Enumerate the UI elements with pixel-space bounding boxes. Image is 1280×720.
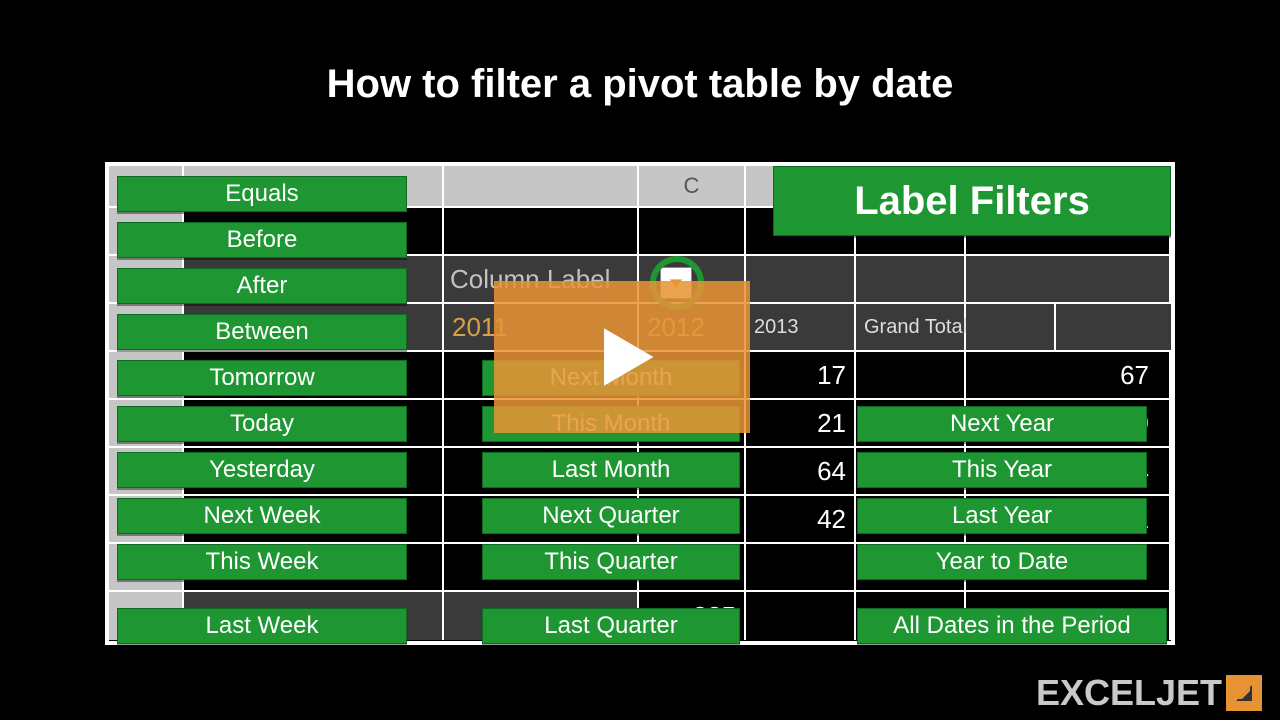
cell: 17 — [746, 352, 856, 398]
play-icon — [577, 312, 667, 402]
filter-equals[interactable]: Equals — [117, 176, 407, 212]
filter-last-month[interactable]: Last Month — [482, 452, 740, 488]
filter-after[interactable]: After — [117, 268, 407, 304]
cell — [639, 208, 746, 254]
filter-between[interactable]: Between — [117, 314, 407, 350]
cell: 42 — [746, 496, 856, 542]
cell — [746, 544, 856, 590]
cell-grand-total: 67 — [966, 352, 1171, 398]
logo-text: EXCELJET — [1036, 672, 1222, 714]
label-filters-header: Label Filters — [773, 166, 1171, 236]
filter-next-quarter[interactable]: Next Quarter — [482, 498, 740, 534]
cell — [746, 256, 856, 302]
filter-tomorrow[interactable]: Tomorrow — [117, 360, 407, 396]
play-button[interactable] — [494, 281, 750, 433]
filter-next-week[interactable]: Next Week — [117, 498, 407, 534]
filter-before[interactable]: Before — [117, 222, 407, 258]
filter-yesterday[interactable]: Yesterday — [117, 452, 407, 488]
filter-last-year[interactable]: Last Year — [857, 498, 1147, 534]
cell: 21 — [746, 400, 856, 446]
grand-total-header: Grand Total — [856, 304, 1056, 350]
cell: 64 — [746, 448, 856, 494]
cell — [856, 352, 966, 398]
cell — [966, 256, 1171, 302]
filter-today[interactable]: Today — [117, 406, 407, 442]
page-title: How to filter a pivot table by date — [0, 0, 1280, 107]
filter-this-year[interactable]: This Year — [857, 452, 1147, 488]
logo-arrow-icon — [1226, 675, 1262, 711]
filter-last-week[interactable]: Last Week — [117, 608, 407, 644]
filter-this-week[interactable]: This Week — [117, 544, 407, 580]
exceljet-logo: EXCELJET — [1036, 672, 1262, 714]
year-2013: 2013 — [746, 304, 856, 350]
col-header-b — [444, 166, 639, 206]
cell — [746, 592, 856, 640]
filter-this-quarter[interactable]: This Quarter — [482, 544, 740, 580]
filter-last-quarter[interactable]: Last Quarter — [482, 608, 740, 644]
filter-all-dates-in-period[interactable]: All Dates in the Period — [857, 608, 1167, 644]
filter-year-to-date[interactable]: Year to Date — [857, 544, 1147, 580]
cell — [444, 208, 639, 254]
filter-next-year[interactable]: Next Year — [857, 406, 1147, 442]
col-header-c: C — [639, 166, 746, 206]
cell — [856, 256, 966, 302]
